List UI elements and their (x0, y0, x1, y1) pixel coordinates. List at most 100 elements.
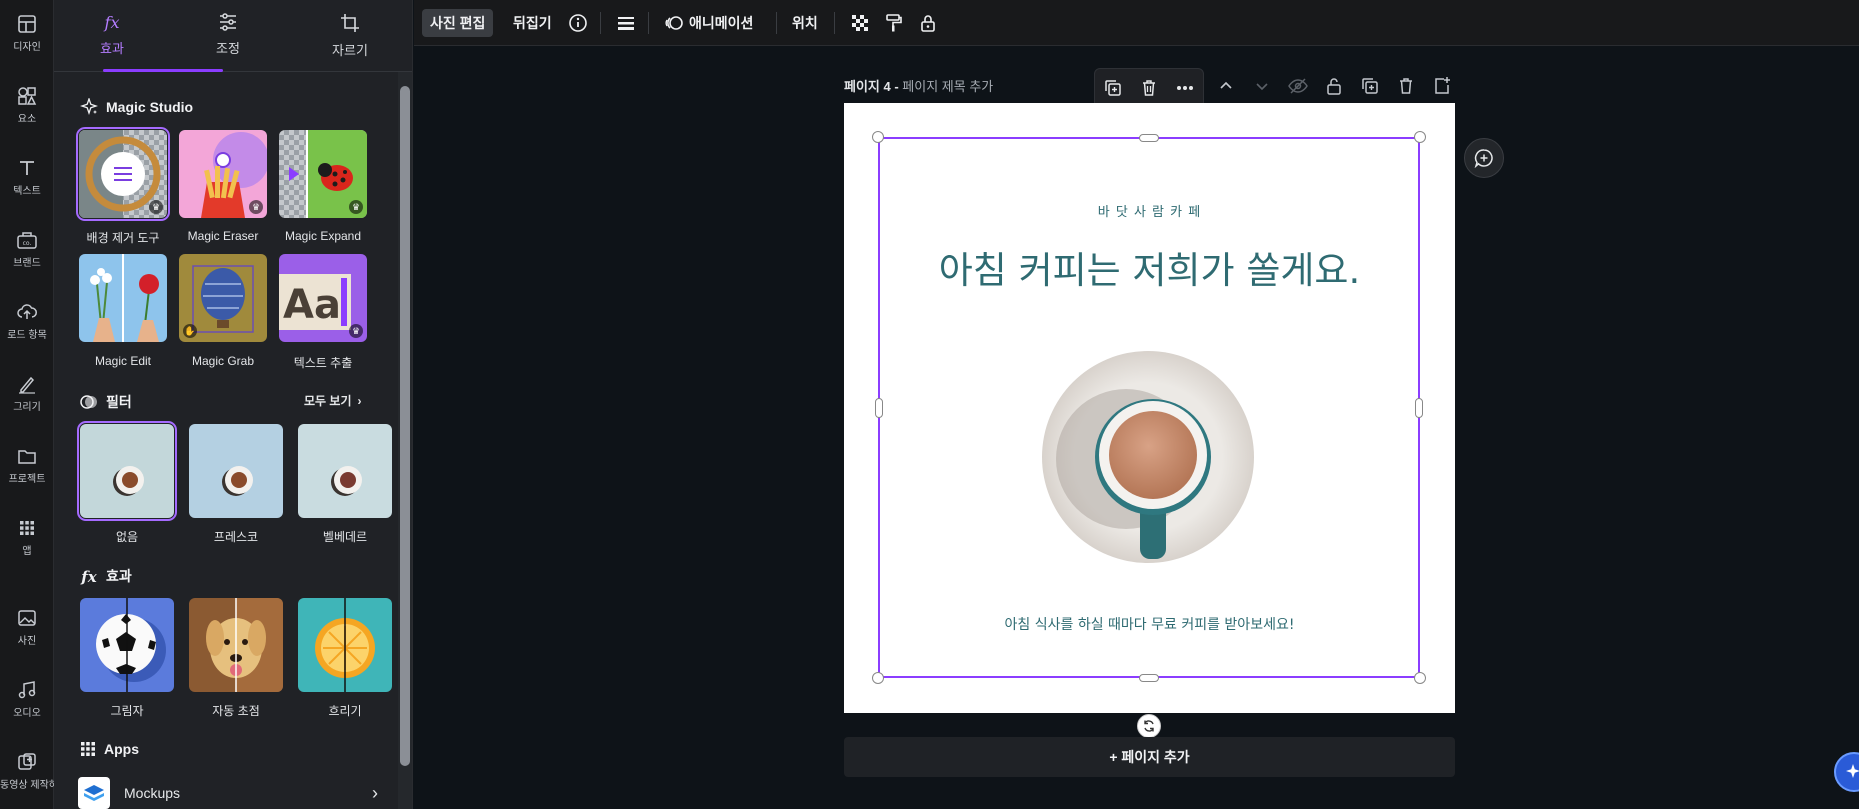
copy-style-button[interactable] (876, 9, 912, 37)
resize-handle-left[interactable] (875, 398, 883, 418)
tab-label: 조정 (216, 41, 240, 56)
position-button[interactable]: 위치 (784, 9, 826, 37)
move-page-up-icon[interactable] (1214, 74, 1238, 98)
tab-effects[interactable]: fx 효과 (62, 12, 162, 57)
resize-handle-top-right[interactable] (1414, 131, 1426, 143)
effects-heading: fx 효과 (80, 568, 132, 585)
line-weight-button[interactable] (608, 9, 644, 37)
hand-icon: ✋ (183, 324, 197, 338)
rail-item-draw[interactable]: 그리기 (0, 374, 54, 413)
resize-handle-bottom[interactable] (1139, 674, 1159, 682)
apps-grid-icon (81, 742, 95, 756)
tool-magic-expand[interactable]: ♛ (279, 130, 367, 218)
resize-handle-top[interactable] (1139, 134, 1159, 142)
filter-fresco[interactable] (189, 424, 283, 518)
rotate-handle[interactable] (1137, 714, 1161, 738)
svg-text:fx: fx (80, 568, 97, 585)
tool-bg-remover[interactable]: ♛ (76, 127, 170, 221)
tool-label: 텍스트 추출 (293, 356, 353, 370)
panel-scrollbar[interactable] (398, 72, 412, 809)
effect-label: 흐리기 (328, 704, 362, 718)
rail-item-elements[interactable]: 요소 (0, 86, 54, 125)
rail-item-photos[interactable]: 사진 (0, 608, 54, 647)
svg-text:Aa: Aa (283, 282, 341, 328)
resize-handle-right[interactable] (1415, 398, 1423, 418)
draw-icon (19, 376, 35, 394)
tool-magic-edit[interactable] (79, 254, 167, 342)
crown-icon: ♛ (249, 200, 263, 214)
effect-auto-focus[interactable] (189, 598, 283, 692)
trash-icon[interactable] (1139, 78, 1159, 98)
filter-none[interactable] (77, 421, 177, 521)
delete-page-icon[interactable] (1394, 74, 1418, 98)
transparency-button[interactable] (842, 9, 878, 37)
resize-handle-bottom-left[interactable] (872, 672, 884, 684)
fx-icon: fx (104, 13, 120, 32)
hide-page-icon[interactable] (1286, 74, 1310, 98)
rail-label: 로드 항목 (7, 330, 47, 341)
sliders-icon (220, 13, 236, 31)
tool-label: Magic Eraser (187, 229, 259, 243)
duplicate-icon[interactable] (1103, 78, 1123, 98)
elements-icon (18, 87, 37, 105)
effect-label: 자동 초점 (212, 704, 260, 718)
rail-label: 프로젝트 (8, 474, 46, 485)
resize-handle-top-left[interactable] (872, 131, 884, 143)
rail-item-brand[interactable]: co. 브랜드 (0, 230, 54, 269)
more-options-icon[interactable] (1175, 78, 1195, 98)
filter-belvedere[interactable] (298, 424, 392, 518)
tab-crop[interactable]: 자르기 (300, 12, 400, 59)
info-button[interactable] (560, 9, 596, 37)
transparency-icon (852, 15, 868, 31)
chevron-right-icon: › (357, 393, 362, 408)
filter-label: 프레스코 (213, 530, 259, 544)
tab-adjust[interactable]: 조정 (178, 12, 278, 57)
rail-label: 사진 (17, 636, 37, 647)
rail-item-projects[interactable]: 프로젝트 (0, 446, 54, 485)
rotate-icon (1144, 720, 1154, 732)
effect-auto-focus-thumb (189, 598, 283, 692)
filter-belvedere-thumb (298, 424, 392, 518)
lock-button[interactable] (910, 9, 946, 37)
tool-text-extract[interactable]: Aa ♛ (279, 254, 367, 342)
rail-item-text[interactable]: 텍스트 (0, 158, 54, 197)
rail-item-apps[interactable]: 앱 (0, 518, 54, 557)
crop-icon (341, 14, 359, 32)
flip-button[interactable]: 뒤집기 (505, 9, 560, 37)
brand-icon: co. (17, 232, 37, 249)
toolbar-divider (600, 12, 601, 34)
rail-label: 텍스트 (13, 186, 41, 197)
animate-button[interactable]: 애니메이션 (656, 9, 761, 37)
effect-blur[interactable] (298, 598, 392, 692)
see-all-filters-link[interactable]: 모두 보기 › (304, 392, 362, 409)
edit-photo-button[interactable]: 사진 편집 (422, 9, 494, 37)
resize-handle-bottom-right[interactable] (1414, 672, 1426, 684)
folder-icon (18, 450, 36, 464)
page-title-label[interactable]: 페이지 4 - 페이지 제목 추가 (844, 76, 993, 95)
page-title-placeholder[interactable]: 페이지 제목 추가 (902, 79, 993, 94)
rail-label: 디자인 (13, 42, 41, 53)
rail-item-audio[interactable]: 오디오 (0, 680, 54, 719)
animate-icon (665, 16, 683, 30)
add-comment-button[interactable] (1464, 138, 1504, 178)
scroll-thumb[interactable] (400, 86, 410, 766)
effects-panel: fx 효과 조정 자르기 Magic Studio ♛ ♛ ♛ 배경 제거 도구… (54, 0, 413, 809)
tool-magic-eraser[interactable]: ♛ (179, 130, 267, 218)
rail-item-video-create[interactable]: 동영상 제작하기 (0, 752, 54, 791)
app-item-mockups[interactable]: Mockups › (78, 776, 378, 809)
effect-blur-thumb (298, 598, 392, 692)
duplicate-page-icon[interactable] (1358, 74, 1382, 98)
context-toolbar: 사진 편집 뒤집기 애니메이션 위치 (414, 0, 1859, 46)
rail-item-design[interactable]: 디자인 (0, 14, 54, 53)
add-page-icon[interactable] (1430, 74, 1454, 98)
effect-shadow[interactable] (80, 598, 174, 692)
add-page-button[interactable]: + 페이지 추가 (844, 737, 1455, 777)
move-page-down-icon[interactable] (1250, 74, 1274, 98)
rail-item-uploads[interactable]: 로드 항목 (0, 302, 54, 341)
lock-page-icon[interactable] (1322, 74, 1346, 98)
effect-shadow-thumb (80, 598, 174, 692)
tool-magic-grab[interactable]: ✋ (179, 254, 267, 342)
toolbar-divider (776, 12, 777, 34)
video-create-icon (18, 753, 36, 770)
paint-roller-icon (886, 14, 902, 32)
